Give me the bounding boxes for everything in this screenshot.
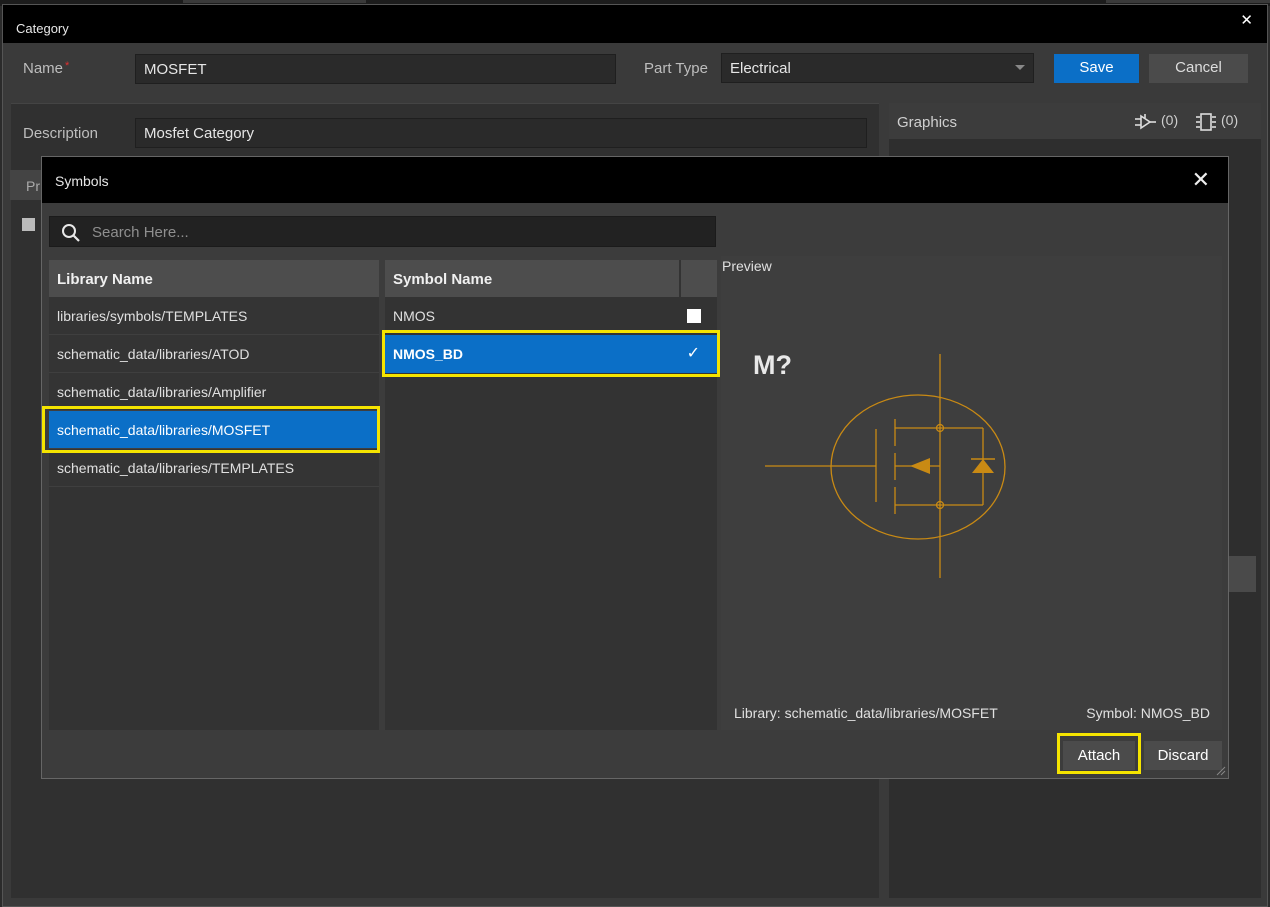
- name-field[interactable]: MOSFET: [135, 54, 616, 84]
- symbol-list: Symbol Name NMOS NMOS_BD ✓: [385, 260, 717, 730]
- close-icon[interactable]: ✕: [1192, 169, 1210, 191]
- checkmark-icon[interactable]: ✓: [687, 343, 700, 363]
- part-type-select[interactable]: Electrical: [721, 53, 1034, 83]
- name-label-text: Name: [23, 60, 64, 77]
- category-title: Category: [16, 21, 69, 36]
- resize-grip-icon[interactable]: [1216, 766, 1226, 776]
- list-item-selected[interactable]: schematic_data/libraries/MOSFET: [49, 411, 379, 449]
- description-field[interactable]: Mosfet Category: [135, 118, 867, 148]
- library-list: Library Name libraries/symbols/TEMPLATES…: [49, 260, 379, 730]
- tab-stub-b: [1106, 0, 1270, 3]
- symbols-title: Symbols: [55, 173, 109, 189]
- symbol-name: NMOS: [393, 308, 435, 324]
- graphics-title: Graphics: [897, 114, 958, 131]
- list-item[interactable]: NMOS: [385, 297, 717, 335]
- symbols-dialog: Symbols ✕ Library Name libraries/symbols…: [41, 156, 1229, 779]
- list-item[interactable]: schematic_data/libraries/Amplifier: [49, 373, 379, 411]
- library-column-header[interactable]: Library Name: [49, 260, 379, 297]
- mosfet-symbol: [765, 354, 1006, 578]
- list-item[interactable]: libraries/symbols/TEMPLATES: [49, 297, 379, 335]
- list-item-selected[interactable]: NMOS_BD ✓: [385, 335, 717, 373]
- part-type-value: Electrical: [730, 60, 791, 77]
- graphics-panel-bar: [1226, 556, 1256, 592]
- footprint-count: (0): [1221, 112, 1239, 128]
- close-icon[interactable]: ✕: [1240, 11, 1253, 29]
- checkbox-icon[interactable]: [22, 218, 35, 231]
- discard-button[interactable]: Discard: [1144, 741, 1222, 770]
- cancel-button[interactable]: Cancel: [1149, 54, 1248, 83]
- checkbox-icon[interactable]: [687, 309, 701, 323]
- symbol-count: (0): [1161, 112, 1179, 128]
- attach-button[interactable]: Attach: [1063, 741, 1135, 770]
- dialog-footer: [42, 730, 1228, 778]
- symbol-header-label: Symbol Name: [393, 271, 493, 288]
- symbols-titlebar: Symbols ✕: [42, 157, 1228, 203]
- search-input[interactable]: [92, 221, 692, 243]
- search-icon: [62, 224, 80, 242]
- tab-properties[interactable]: Pr: [10, 170, 42, 200]
- tab-stub-a: [183, 0, 366, 3]
- graphics-header: Graphics (0) (0): [889, 103, 1261, 139]
- category-titlebar: Category ✕: [3, 5, 1267, 43]
- part-type-label: Part Type: [644, 60, 708, 77]
- symbol-column-header[interactable]: Symbol Name: [385, 260, 717, 297]
- symbol-icon[interactable]: [1135, 113, 1157, 131]
- list-item[interactable]: schematic_data/libraries/TEMPLATES: [49, 449, 379, 487]
- description-label: Description: [23, 125, 99, 142]
- preview-symbol-text: Symbol: NMOS_BD: [1086, 705, 1210, 721]
- list-item[interactable]: schematic_data/libraries/ATOD: [49, 335, 379, 373]
- name-label: Name *: [23, 60, 69, 77]
- save-button[interactable]: Save: [1054, 54, 1139, 83]
- symbol-name: NMOS_BD: [393, 346, 464, 362]
- required-mark: *: [65, 60, 70, 72]
- footprint-icon[interactable]: [1195, 112, 1217, 132]
- column-divider: [679, 260, 681, 297]
- caret-down-icon: [1015, 65, 1025, 70]
- preview-library-text: Library: schematic_data/libraries/MOSFET: [734, 705, 998, 721]
- preview-panel: Preview M? Library: schematic_data/libra…: [721, 256, 1222, 730]
- search-box: [49, 216, 716, 247]
